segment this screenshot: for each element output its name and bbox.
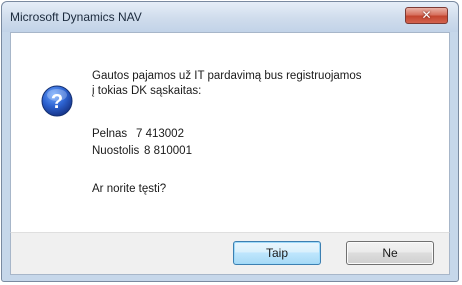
account-value-profit: 7 413002 bbox=[136, 128, 184, 140]
account-label-profit: Pelnas bbox=[92, 128, 128, 140]
dialog-window: Microsoft Dynamics NAV ✕ ? Gautos pajamo… bbox=[1, 1, 459, 282]
message-line-1: Gautos pajamos už IT pardavimą bus regis… bbox=[92, 70, 362, 82]
question-icon: ? bbox=[41, 85, 73, 117]
window-title: Microsoft Dynamics NAV bbox=[10, 10, 142, 24]
button-bar: Taip Ne bbox=[10, 232, 450, 275]
svg-text:?: ? bbox=[51, 91, 63, 113]
message-line-2: į tokias DK sąskaitas: bbox=[92, 85, 202, 97]
close-button[interactable]: ✕ bbox=[405, 7, 448, 24]
close-icon: ✕ bbox=[421, 8, 432, 22]
no-button[interactable]: Ne bbox=[346, 241, 434, 265]
account-label-loss: Nuostolis bbox=[92, 145, 140, 157]
yes-button[interactable]: Taip bbox=[233, 241, 321, 265]
title-bar[interactable]: Microsoft Dynamics NAV ✕ bbox=[2, 2, 458, 32]
question-text: Ar norite tęsti? bbox=[92, 183, 167, 195]
message-area: ? Gautos pajamos už IT pardavimą bus reg… bbox=[10, 32, 450, 232]
account-value-loss: 8 810001 bbox=[144, 145, 192, 157]
